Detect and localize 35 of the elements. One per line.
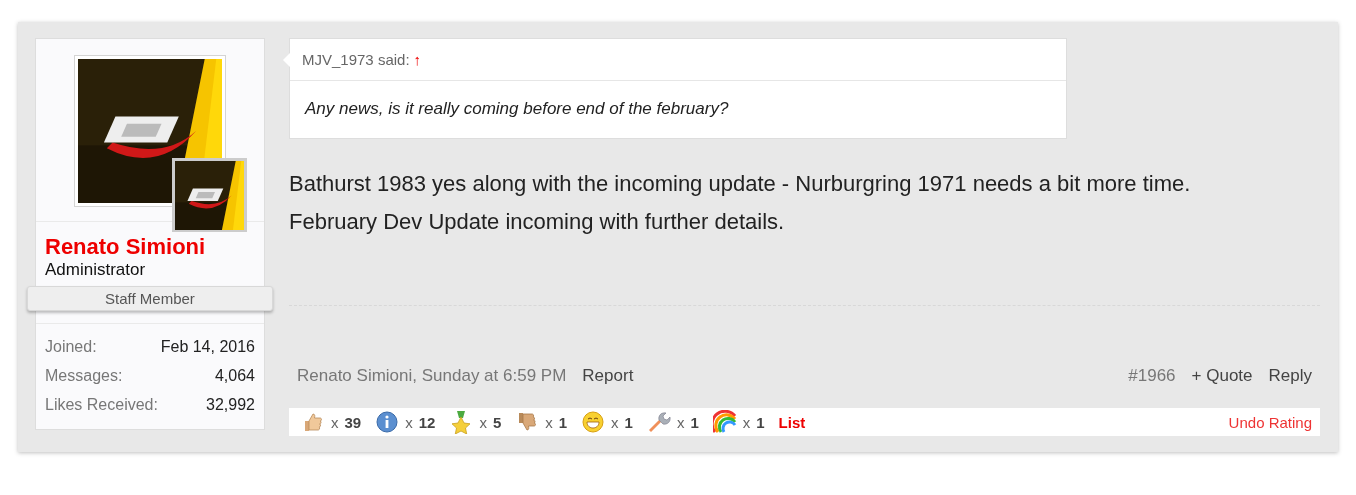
user-title: Administrator: [44, 259, 146, 280]
jump-link[interactable]: ↑: [413, 51, 422, 68]
ratings-list-link[interactable]: List: [778, 413, 806, 431]
rating-times: x: [405, 413, 413, 431]
rating-times: x: [611, 413, 619, 431]
rating-count: 5: [492, 413, 502, 431]
message-text: February Dev Update incoming with further details.: [289, 208, 785, 236]
rating-count: 1: [624, 413, 633, 431]
post-byline: Renato Simioni, Sunday at 6:59 PM: [297, 366, 567, 386]
rating-times: x: [331, 413, 339, 431]
reply-link[interactable]: Reply: [1268, 366, 1312, 386]
username-link[interactable]: Renato Simioni: [45, 236, 206, 258]
rating-times: x: [676, 413, 685, 431]
staff-banner: Staff Member: [27, 286, 273, 311]
stat-value: 32,992: [205, 396, 255, 414]
stat-value: Feb 14, 2016: [159, 338, 255, 356]
rating-count: 1: [558, 413, 568, 431]
stat-value: 4,064: [213, 367, 255, 385]
quote-text: Any news, is it really coming before end of the february?: [303, 98, 730, 120]
report-link[interactable]: Report: [582, 366, 634, 386]
undo-rating-link[interactable]: Undo Rating: [1228, 413, 1312, 431]
post-number-link[interactable]: #1966: [1128, 366, 1176, 386]
rating-times: x: [479, 413, 487, 431]
quote-link[interactable]: + Quote: [1191, 366, 1253, 386]
stat-label: Messages:: [45, 367, 124, 385]
rating-times: x: [742, 413, 751, 431]
quote-author: MJV_1973 said:: [302, 51, 410, 68]
rating-count: 1: [756, 413, 765, 431]
stat-label: Likes Received:: [45, 396, 159, 414]
stat-label: Joined:: [45, 338, 98, 356]
rating-times: x: [545, 413, 553, 431]
rating-count: 39: [344, 413, 362, 431]
rating-count: 12: [418, 413, 436, 431]
rating-count: 1: [690, 413, 699, 431]
message-text: Bathurst 1983 yes along with the incoming update - Nurburgring 1971 needs a bit more time.: [289, 170, 1191, 198]
